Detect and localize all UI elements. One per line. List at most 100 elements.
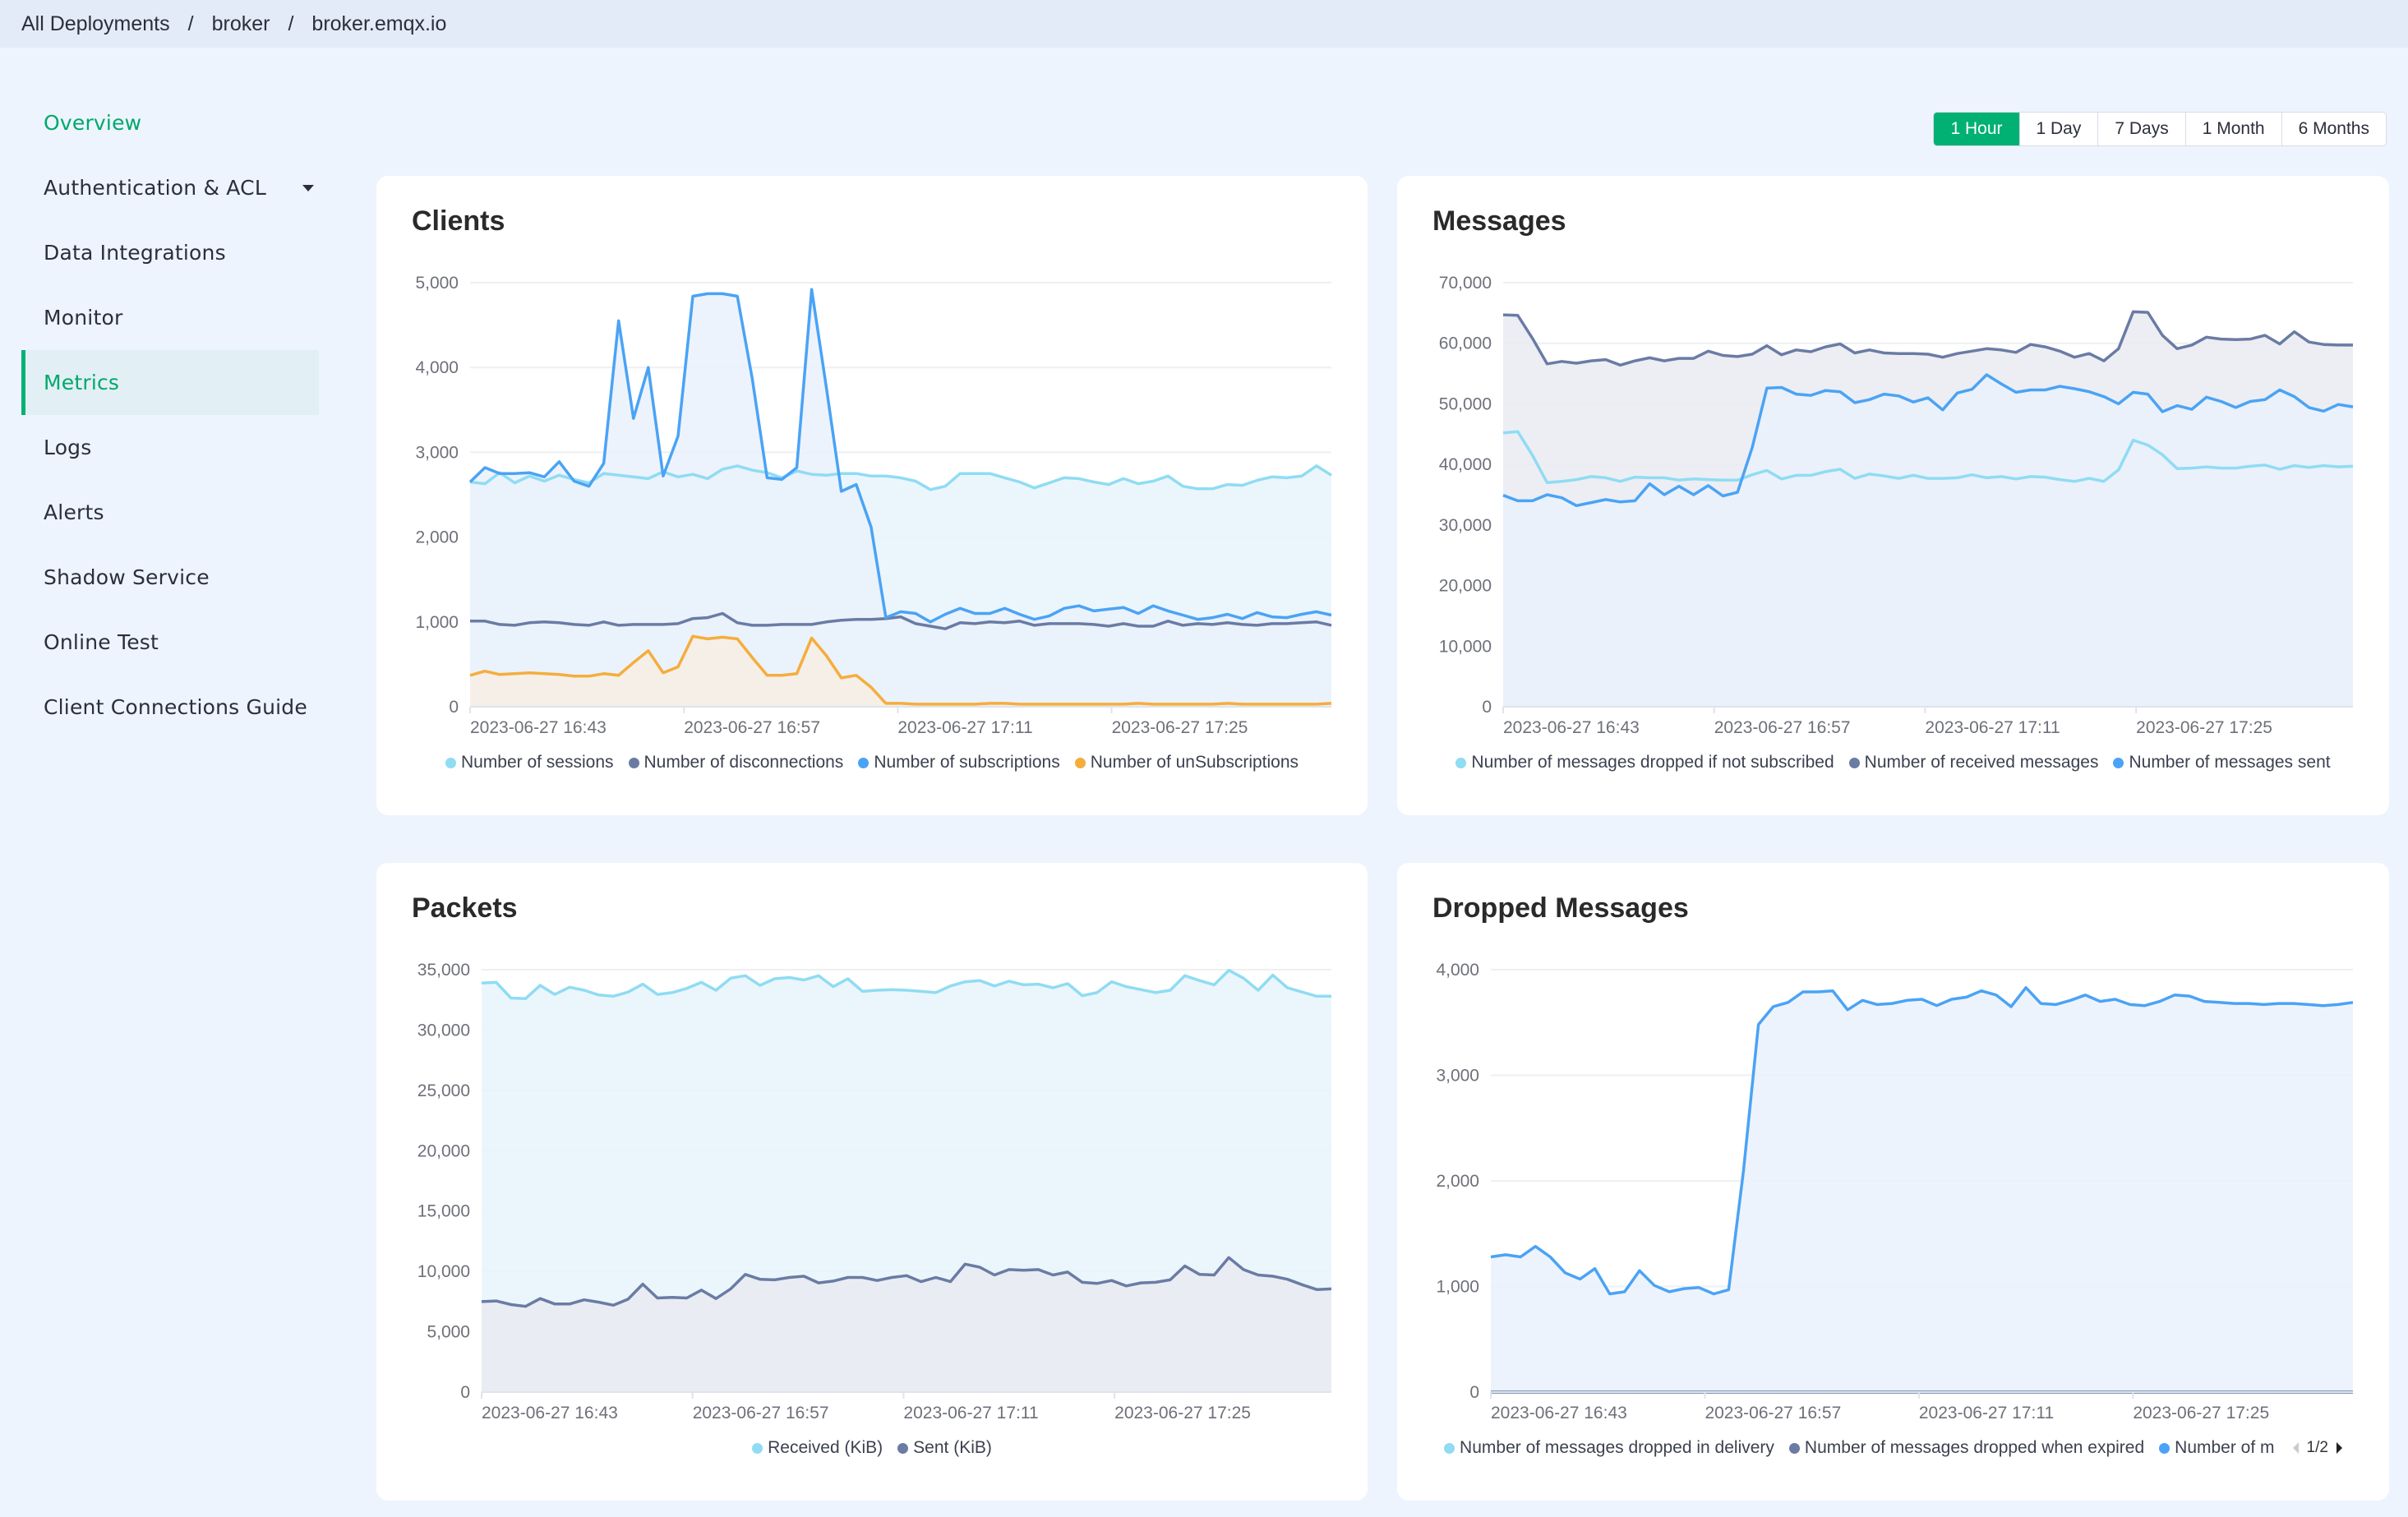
range-button-1-hour[interactable]: 1 Hour: [1934, 113, 2019, 145]
legend-item-dropped-when-expired[interactable]: Number of messages dropped when expired: [1788, 1438, 2145, 1458]
legend-dot-icon: [445, 757, 456, 768]
sidebar-item-label: Metrics: [44, 371, 120, 394]
legend-item-sessions[interactable]: Number of sessions: [445, 753, 614, 772]
legend-item-received-messages[interactable]: Number of received messages: [1848, 753, 2099, 772]
clients-chart-card: Clients 0 1,000 2,000 3,000 4,000 5,000 2023-0…: [376, 176, 1368, 815]
legend-dot-icon: [1444, 1442, 1455, 1454]
y-tick-label: 20,000: [1439, 577, 1492, 596]
x-tick-label: 2023-06-27 16:43: [482, 1404, 618, 1422]
packets-chart: 0 5,000 10,000 15,000 20,000 25,000 30,000 35,0…: [417, 961, 1332, 1422]
sidebar-item-authentication-acl[interactable]: Authentication & ACL: [21, 155, 319, 220]
range-button-7-days[interactable]: 7 Days: [2097, 113, 2184, 145]
x-tick-label: 2023-06-27 16:43: [470, 718, 607, 737]
legend-label: Number of messages sent: [2129, 753, 2331, 772]
x-tick-label: 2023-06-27 16:57: [1705, 1404, 1841, 1422]
legend-dot-icon: [2113, 757, 2124, 768]
legend-dot-icon: [897, 1442, 909, 1454]
legend-item-dropped-in-delivery[interactable]: Number of messages dropped in delivery: [1444, 1438, 1774, 1458]
legend-dot-icon: [1788, 1442, 1800, 1454]
legend-item-subscriptions[interactable]: Number of subscriptions: [858, 753, 1060, 772]
x-tick-label: 2023-06-27 16:43: [1503, 718, 1640, 737]
legend-label: Received (KiB): [768, 1438, 883, 1457]
messages-chart-card: Messages 0 10,000 20,000 30,000 40,000 50,000…: [1397, 176, 2389, 815]
sidebar-item-label: Overview: [44, 111, 142, 135]
sidebar-item-label: Logs: [44, 436, 92, 459]
x-tick-label: 2023-06-27 16:57: [693, 1404, 829, 1422]
legend-item-sent-kib[interactable]: Sent (KiB): [897, 1438, 992, 1458]
x-tick-label: 2023-06-27 17:11: [897, 718, 1032, 737]
messages-chart: 0 10,000 20,000 30,000 40,000 50,000 60,000 70,…: [1439, 274, 2354, 737]
range-button-1-day[interactable]: 1 Day: [2018, 113, 2098, 145]
x-tick-label: 2023-06-27 17:25: [2133, 1404, 2269, 1422]
sidebar-item-logs[interactable]: Logs: [21, 415, 319, 480]
y-tick-label: 3,000: [415, 443, 459, 462]
legend-dot-icon: [2159, 1442, 2170, 1454]
breadcrumb-broker[interactable]: broker: [212, 12, 270, 36]
x-tick-label: 2023-06-27 17:11: [1919, 1404, 2054, 1422]
legend-item-dropped-other[interactable]: Number of m: [2159, 1438, 2275, 1458]
dropped-messages-chart-card: Dropped Messages 0 1,000 2,000 3,000 4,000 20…: [1397, 863, 2389, 1501]
y-tick-label: 4,000: [1436, 961, 1479, 980]
legend-label: Sent (KiB): [913, 1438, 992, 1457]
x-tick-label: 2023-06-27 16:57: [684, 718, 820, 737]
sidebar-item-online-test[interactable]: Online Test: [21, 610, 319, 675]
legend-item-received-kib[interactable]: Received (KiB): [752, 1438, 883, 1458]
y-tick-label: 0: [449, 698, 459, 717]
y-tick-label: 25,000: [417, 1081, 470, 1100]
chart-legend: Received (KiB) Sent (KiB): [376, 1438, 1368, 1458]
sidebar-item-metrics[interactable]: Metrics: [21, 350, 319, 415]
y-tick-label: 1,000: [1436, 1278, 1479, 1297]
legend-label: Number of messages dropped when expired: [1804, 1438, 2145, 1457]
legend-prev-page-icon[interactable]: [2292, 1442, 2299, 1454]
legend-next-page-icon[interactable]: [2336, 1442, 2342, 1454]
chart-legend: Number of messages dropped in delivery N…: [1397, 1438, 2389, 1458]
packets-chart-card: Packets 0 5,000 10,000 15,000 20,000 25,000 30…: [376, 863, 1368, 1501]
sidebar-item-monitor[interactable]: Monitor: [21, 285, 319, 350]
legend-dot-icon: [1455, 757, 1467, 768]
y-tick-label: 10,000: [1439, 637, 1492, 656]
sidebar-item-label: Shadow Service: [44, 565, 210, 589]
sidebar-item-data-integrations[interactable]: Data Integrations: [21, 220, 319, 285]
sidebar-item-label: Data Integrations: [44, 241, 226, 265]
legend-item-messages-sent[interactable]: Number of messages sent: [2113, 753, 2331, 772]
legend-pager: 1/2: [2292, 1439, 2342, 1457]
legend-dot-icon: [858, 757, 870, 768]
legend-label: Number of received messages: [1864, 753, 2099, 772]
breadcrumb-current-deployment: broker.emqx.io: [311, 12, 447, 35]
y-tick-label: 15,000: [417, 1202, 470, 1221]
y-tick-label: 2,000: [1436, 1172, 1479, 1191]
x-tick-label: 2023-06-27 17:25: [1114, 1404, 1251, 1422]
caret-down-icon: [302, 184, 314, 191]
legend-label: Number of disconnections: [644, 753, 844, 772]
sidebar-item-client-connections-guide[interactable]: Client Connections Guide: [21, 675, 319, 740]
sidebar-item-label: Client Connections Guide: [44, 695, 307, 719]
x-tick-label: 2023-06-27 17:11: [1925, 718, 2060, 737]
chart-legend: Number of sessions Number of disconnecti…: [376, 753, 1368, 772]
y-tick-label: 4,000: [415, 358, 459, 377]
y-tick-label: 3,000: [1436, 1067, 1479, 1086]
legend-item-dropped-not-subscribed[interactable]: Number of messages dropped if not subscr…: [1455, 753, 1834, 772]
x-tick-label: 2023-06-27 16:57: [1714, 718, 1851, 737]
legend-dot-icon: [752, 1442, 763, 1454]
y-tick-label: 0: [1469, 1383, 1479, 1402]
legend-item-disconnections[interactable]: Number of disconnections: [628, 753, 844, 772]
range-button-1-month[interactable]: 1 Month: [2184, 113, 2281, 145]
y-tick-label: 10,000: [417, 1262, 470, 1281]
sidebar-item-overview[interactable]: Overview: [21, 90, 319, 155]
sidebar-nav: Overview Authentication & ACL Data Integ…: [21, 90, 319, 740]
x-tick-label: 2023-06-27 17:11: [903, 1404, 1038, 1422]
sidebar-item-shadow-service[interactable]: Shadow Service: [21, 545, 319, 610]
y-tick-label: 1,000: [415, 613, 459, 632]
legend-dot-icon: [1074, 757, 1086, 768]
sidebar-item-alerts[interactable]: Alerts: [21, 480, 319, 545]
y-tick-label: 70,000: [1439, 274, 1492, 293]
legend-page-indicator: 1/2: [2306, 1439, 2328, 1456]
legend-item-unsubscriptions[interactable]: Number of unSubscriptions: [1074, 753, 1299, 772]
dropped-messages-chart: 0 1,000 2,000 3,000 4,000 2023-06-27 16:43 202…: [1436, 961, 2354, 1422]
y-tick-label: 2,000: [415, 528, 459, 547]
breadcrumb-all-deployments[interactable]: All Deployments: [21, 12, 170, 36]
sidebar-item-label: Online Test: [44, 630, 159, 654]
y-tick-label: 0: [460, 1383, 470, 1402]
breadcrumb-separator: /: [288, 12, 294, 35]
range-button-6-months[interactable]: 6 Months: [2281, 113, 2386, 145]
